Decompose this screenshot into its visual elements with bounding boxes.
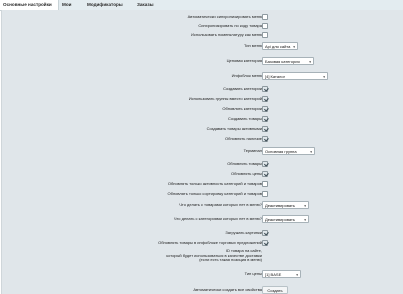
delivery-id-label-line3: (если есть такая позиция в меню) — [199, 257, 262, 263]
setting-row: Использовать группы вместо категорий — [0, 95, 403, 103]
update-products-label: Обновлять товары — [227, 161, 262, 166]
menu-type-select[interactable]: Api для сайта ▾ — [262, 42, 298, 50]
update-stock-label: Обновлять наличие — [225, 136, 262, 141]
update-stock-checkbox[interactable] — [262, 136, 268, 142]
terminal-label: Терминал — [243, 148, 262, 153]
setting-row: Инфоблок меню [4] Каталог ▾ — [0, 72, 403, 80]
setting-row: Синхронизировать по коду товара — [0, 22, 403, 30]
setting-row: Тип цены [1] BASE ▾ — [0, 270, 403, 278]
create-products-active-label: Создавать товары активными — [206, 126, 262, 131]
setting-row: Обновлять товары — [0, 160, 403, 168]
auto-sync-label: Автоматически синхронизировать меню — [187, 14, 262, 19]
load-images-checkbox[interactable] — [262, 230, 268, 236]
setting-row: Обновлять категории — [0, 105, 403, 113]
price-category-value: Базовая категория — [265, 59, 300, 64]
sync-by-code-checkbox[interactable] — [262, 23, 268, 29]
chevron-down-icon: ▾ — [304, 217, 306, 222]
setting-row: Терминал Основная группа ▾ — [0, 147, 403, 155]
use-group-instead-label: Использовать группы вместо категорий — [188, 96, 262, 101]
update-activity-only-label: Обновлять только активность категорий и … — [167, 181, 262, 186]
tab-modifiers[interactable]: Модификаторы — [84, 0, 132, 10]
chevron-down-icon: ▾ — [323, 74, 325, 79]
setting-row: Загружать картинки — [0, 229, 403, 237]
setting-row: Автоматически создать все свойства Созда… — [0, 286, 403, 294]
setting-row: Создавать товары активными — [0, 125, 403, 133]
update-products-checkbox[interactable] — [262, 161, 268, 167]
use-nomenclature-checkbox[interactable] — [262, 32, 268, 38]
iblock-menu-select[interactable]: [4] Каталог ▾ — [262, 72, 328, 80]
setting-row: ID товара на сайте, который будет исполь… — [0, 248, 403, 265]
setting-row: Использовать номенклатуру как меню — [0, 31, 403, 39]
missing-categories-select[interactable]: Деактивировать ▾ — [262, 215, 309, 223]
price-type-label: Тип цены — [244, 271, 262, 276]
create-products-label: Создавать товары — [227, 116, 262, 121]
setting-row: Обновлять только активность категорий и … — [0, 180, 403, 188]
create-button[interactable]: Создать — [262, 286, 288, 294]
tab-orders[interactable]: Заказы — [134, 0, 164, 10]
update-categories-checkbox[interactable] — [262, 106, 268, 112]
tab-main-settings[interactable]: Основные настройки — [0, 0, 59, 10]
missing-categories-label: Что делать с категориями которых нет в м… — [173, 216, 262, 221]
missing-products-select[interactable]: Деактивировать ▾ — [262, 201, 309, 209]
auto-create-props-label: Автоматически создать все свойства — [193, 287, 262, 292]
update-prices-label: Обновлять цены — [231, 171, 262, 176]
setting-row: Создавать товары — [0, 115, 403, 123]
use-group-instead-checkbox[interactable] — [262, 96, 268, 102]
create-categories-checkbox[interactable] — [262, 86, 268, 92]
chevron-down-icon: ▾ — [293, 44, 295, 49]
load-images-label: Загружать картинки — [225, 230, 262, 235]
setting-row: Обновлять наличие — [0, 135, 403, 143]
chevron-down-icon: ▾ — [310, 149, 312, 154]
chevron-down-icon: ▾ — [309, 59, 311, 64]
setting-row: Что делать с товарами которых нет в меню… — [0, 201, 403, 209]
chevron-down-icon: ▾ — [296, 272, 298, 277]
setting-row: Обновлять товары в инфоблоке торговых пр… — [0, 239, 403, 247]
setting-row: Автоматически синхронизировать меню — [0, 13, 403, 21]
update-sort-only-label: Обновлять только сортировку категорий и … — [167, 191, 262, 196]
iblock-menu-value: [4] Каталог — [265, 74, 286, 79]
setting-row: Обновлять цены — [0, 170, 403, 178]
create-categories-label: Создавать категории — [223, 86, 262, 91]
update-activity-only-checkbox[interactable] — [262, 181, 268, 187]
iblock-menu-label: Инфоблок меню — [231, 73, 262, 78]
missing-products-label: Что делать с товарами которых нет в меню… — [179, 202, 262, 207]
setting-row: Ценовая категория Базовая категория ▾ — [0, 57, 403, 65]
create-products-checkbox[interactable] — [262, 116, 268, 122]
update-prices-checkbox[interactable] — [262, 171, 268, 177]
use-nomenclature-label: Использовать номенклатуру как меню — [191, 32, 262, 37]
update-offers-checkbox[interactable] — [262, 240, 268, 246]
price-category-label: Ценовая категория — [226, 58, 262, 63]
create-products-active-checkbox[interactable] — [262, 126, 268, 132]
price-type-select[interactable]: [1] BASE ▾ — [262, 270, 301, 278]
setting-row: Что делать с категориями которых нет в м… — [0, 215, 403, 223]
menu-type-value: Api для сайта — [265, 44, 291, 49]
price-category-select[interactable]: Базовая категория ▾ — [262, 57, 314, 65]
terminal-select[interactable]: Основная группа ▾ — [262, 147, 315, 155]
auto-sync-checkbox[interactable] — [262, 14, 268, 20]
price-type-value: [1] BASE — [265, 272, 282, 277]
missing-categories-value: Деактивировать — [265, 217, 295, 222]
terminal-value: Основная группа — [265, 149, 297, 154]
setting-row: Создавать категории — [0, 85, 403, 93]
menu-type-label: Тип меню — [244, 43, 262, 48]
tab-mine[interactable]: Мои — [59, 0, 81, 10]
chevron-down-icon: ▾ — [304, 203, 306, 208]
update-sort-only-checkbox[interactable] — [262, 191, 268, 197]
sync-by-code-label: Синхронизировать по коду товара — [198, 23, 262, 28]
update-categories-label: Обновлять категории — [222, 106, 262, 111]
setting-row: Тип меню Api для сайта ▾ — [0, 42, 403, 50]
setting-row: Обновлять только сортировку категорий и … — [0, 190, 403, 198]
update-offers-label: Обновлять товары в инфоблоке торговых пр… — [158, 240, 262, 245]
missing-products-value: Деактивировать — [265, 203, 295, 208]
